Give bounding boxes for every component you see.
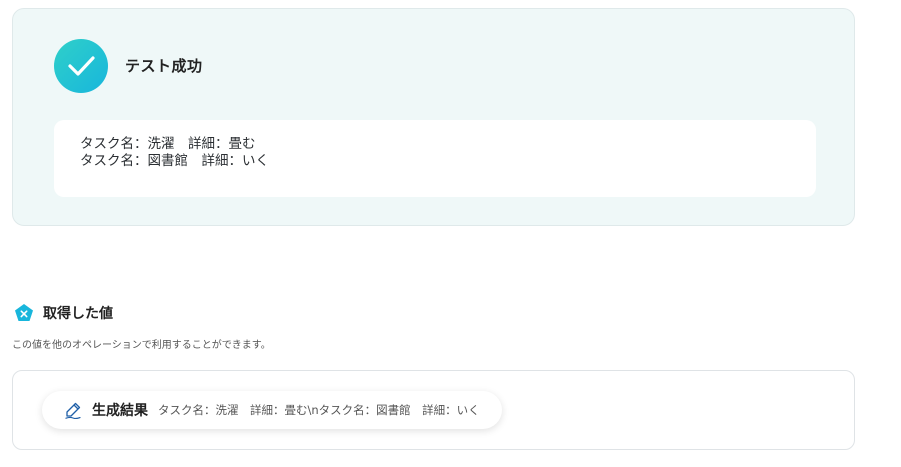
value-chip[interactable]: 生成結果 タスク名：洗濯 詳細：畳む\nタスク名：図書館 詳細：いく xyxy=(42,391,502,429)
pentagon-x-icon xyxy=(14,303,34,323)
value-chip-value: タスク名：洗濯 詳細：畳む\nタスク名：図書館 詳細：いく xyxy=(158,403,480,417)
test-success-title: テスト成功 xyxy=(125,57,203,75)
acquired-values-card: 生成結果 タスク名：洗濯 詳細：畳む\nタスク名：図書館 詳細：いく xyxy=(12,370,855,450)
acquired-values-description: この値を他のオペレーションで利用することができます。 xyxy=(12,340,271,351)
test-result-box: タスク名：洗濯 詳細：畳む タスク名：図書館 詳細：いく xyxy=(54,120,816,197)
acquired-values-title: 取得した値 xyxy=(43,306,113,322)
page: テスト成功 タスク名：洗濯 詳細：畳む タスク名：図書館 詳細：いく 取得した値… xyxy=(0,0,901,467)
check-icon xyxy=(54,39,108,93)
result-line: タスク名：洗濯 詳細：畳む xyxy=(80,136,256,152)
pen-icon xyxy=(64,401,82,420)
value-chip-label: 生成結果 xyxy=(92,403,148,419)
result-line: タスク名：図書館 詳細：いく xyxy=(80,153,269,169)
test-success-card: テスト成功 タスク名：洗濯 詳細：畳む タスク名：図書館 詳細：いく xyxy=(12,8,855,226)
